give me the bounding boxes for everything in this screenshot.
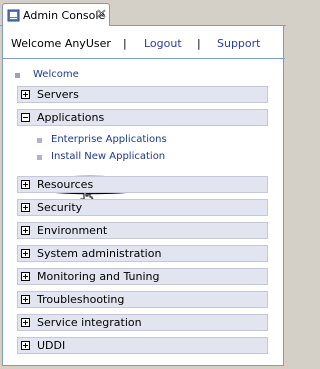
category-label: Servers: [37, 88, 79, 101]
welcome-bar: Welcome AnyUser | Logout | Support: [3, 26, 283, 58]
nav-category-security[interactable]: Security: [17, 199, 268, 216]
tab-bar: Admin Console: [0, 0, 286, 27]
enterprise-applications-link[interactable]: Enterprise Applications: [51, 134, 167, 145]
bullet-icon: [37, 138, 42, 143]
logout-link[interactable]: Logout: [144, 37, 182, 50]
separator: |: [123, 37, 127, 50]
install-new-application-link[interactable]: Install New Application: [51, 151, 165, 162]
nav-category-uddi[interactable]: UDDI: [17, 337, 268, 354]
nav-category-servers[interactable]: Servers: [17, 86, 268, 103]
expand-icon[interactable]: [21, 295, 30, 304]
expand-icon[interactable]: [21, 180, 30, 189]
admin-console-window: Admin Console Welcome AnyUser | Logout |…: [0, 0, 286, 369]
nav-category-service-integration[interactable]: Service integration: [17, 314, 268, 331]
welcome-link[interactable]: Welcome: [33, 69, 79, 80]
category-label: Service integration: [37, 316, 142, 329]
nav-category-monitoring-and-tuning[interactable]: Monitoring and Tuning: [17, 268, 268, 285]
category-label: System administration: [37, 247, 162, 260]
category-label: Resources: [37, 178, 94, 191]
category-label: Environment: [37, 224, 108, 237]
category-label: Monitoring and Tuning: [37, 270, 160, 283]
nav-category-system-administration[interactable]: System administration: [17, 245, 268, 262]
tab-title: Admin Console: [23, 9, 106, 22]
close-icon[interactable]: [96, 8, 107, 19]
category-label: UDDI: [37, 339, 66, 352]
applications-submenu: Enterprise Applications Install New Appl…: [17, 126, 268, 164]
welcome-user-text: Welcome AnyUser: [11, 37, 111, 50]
nav-category-resources[interactable]: Resources: [17, 176, 268, 193]
tab-admin-console[interactable]: Admin Console: [2, 3, 110, 27]
expand-icon[interactable]: [21, 341, 30, 350]
expand-icon[interactable]: [21, 249, 30, 258]
navigation-panel: Welcome AnyUser | Logout | Support Welco…: [2, 26, 285, 366]
expand-icon[interactable]: [21, 203, 30, 212]
category-label: Security: [37, 201, 83, 214]
category-label: Applications: [37, 111, 105, 124]
expand-icon[interactable]: [21, 318, 30, 327]
nav-category-environment[interactable]: Environment: [17, 222, 268, 239]
admin-console-icon: [7, 9, 20, 22]
category-label: Troubleshooting: [37, 293, 125, 306]
expand-icon[interactable]: [21, 226, 30, 235]
divider: [3, 58, 285, 59]
expand-icon[interactable]: [21, 272, 30, 281]
nav-category-applications[interactable]: Applications: [17, 109, 268, 126]
nav-category-troubleshooting[interactable]: Troubleshooting: [17, 291, 268, 308]
separator: |: [197, 37, 201, 50]
collapse-icon[interactable]: [21, 113, 30, 122]
support-link[interactable]: Support: [217, 37, 260, 50]
expand-icon[interactable]: [21, 90, 30, 99]
bullet-icon: [37, 155, 42, 160]
bullet-icon: [15, 73, 20, 78]
